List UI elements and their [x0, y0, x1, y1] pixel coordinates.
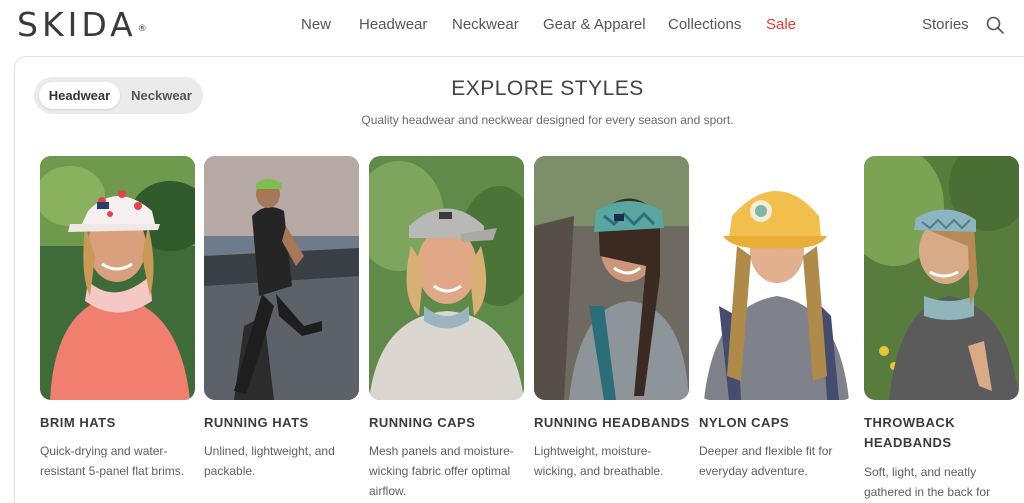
product-name[interactable]: BRIM HATS [40, 413, 200, 433]
product-photo-running-caps[interactable] [369, 156, 524, 400]
toggle-headwear[interactable]: Headwear [39, 82, 120, 109]
brand-logo[interactable]: SKIDA ® [17, 5, 147, 44]
product-name[interactable]: RUNNING HEADBANDS [534, 413, 694, 433]
section-subtitle: Quality headwear and neckwear designed f… [361, 113, 734, 127]
product-description: Mesh panels and moisture-wicking fabric … [369, 444, 514, 498]
toggle-neckwear[interactable]: Neckwear [124, 82, 199, 109]
nav-item-neckwear[interactable]: Neckwear [452, 15, 519, 35]
product-name[interactable]: RUNNING HATS [204, 413, 364, 433]
product-name[interactable]: RUNNING CAPS [369, 413, 529, 433]
product-description: Unlined, lightweight, and packable. [204, 444, 335, 478]
brand-name: SKIDA [17, 5, 137, 44]
product-name[interactable]: THROWBACK HEADBANDS [864, 413, 1024, 453]
site-header: SKIDA ® New Headwear Neckwear Gear & Appa… [0, 0, 1024, 50]
product-photo-running-hats[interactable] [204, 156, 359, 400]
product-description: Quick-drying and water-resistant 5-panel… [40, 444, 185, 478]
registered-mark: ® [137, 24, 147, 34]
nav-item-new[interactable]: New [301, 15, 331, 35]
product-photo-throwback-headbands[interactable] [864, 156, 1019, 400]
product-name[interactable]: NYLON CAPS [699, 413, 859, 433]
product-description: Lightweight, moisture-wicking, and breat… [534, 444, 664, 478]
nav-item-stories[interactable]: Stories [922, 15, 969, 35]
product-photo-running-headbands[interactable] [534, 156, 689, 400]
product-photo-brim-hats[interactable] [40, 156, 195, 400]
product-photo-nylon-caps[interactable] [699, 156, 854, 400]
search-icon[interactable] [985, 15, 1005, 35]
nav-item-collections[interactable]: Collections [668, 15, 741, 35]
product-description: Soft, light, and neatly gathered in the … [864, 465, 991, 499]
nav-item-sale[interactable]: Sale [766, 15, 796, 35]
section-title: EXPLORE STYLES [451, 77, 644, 100]
nav-item-gear-apparel[interactable]: Gear & Apparel [543, 15, 646, 35]
nav-item-headwear[interactable]: Headwear [359, 15, 427, 35]
category-toggle: Headwear Neckwear [34, 77, 203, 114]
product-description: Deeper and flexible fit for everyday adv… [699, 444, 833, 478]
